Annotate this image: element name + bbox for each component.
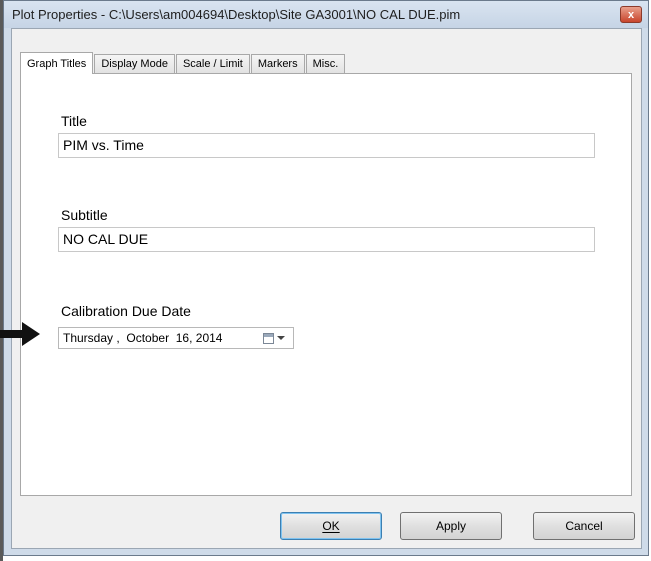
cancel-button[interactable]: Cancel	[533, 512, 635, 540]
plot-properties-dialog: Plot Properties - C:\Users\am004694\Desk…	[3, 0, 649, 556]
apply-button[interactable]: Apply	[400, 512, 502, 540]
tab-graph-titles[interactable]: Graph Titles	[20, 52, 94, 74]
cancel-button-label: Cancel	[565, 519, 603, 533]
calibration-due-date-label: Calibration Due Date	[61, 303, 191, 319]
date-month[interactable]: October	[126, 331, 169, 345]
subtitle-label: Subtitle	[61, 207, 108, 223]
ok-button[interactable]: OK	[280, 512, 382, 540]
tab-misc[interactable]: Misc.	[305, 54, 346, 73]
date-year[interactable]: 2014	[196, 331, 223, 345]
arrow-right-icon	[0, 322, 40, 346]
date-weekday[interactable]: Thursday	[63, 331, 113, 345]
title-label: Title	[61, 113, 87, 129]
tab-strip: Graph Titles Display Mode Scale / Limit …	[20, 52, 346, 74]
calendar-icon	[263, 332, 274, 344]
window-title: Plot Properties - C:\Users\am004694\Desk…	[12, 7, 461, 22]
apply-button-label: Apply	[435, 519, 467, 533]
calendar-dropdown-button[interactable]	[263, 331, 289, 345]
calibration-date-picker[interactable]: Thursday , October 16, 2014	[58, 327, 294, 349]
dialog-client-area: Graph Titles Display Mode Scale / Limit …	[11, 28, 642, 549]
tab-markers[interactable]: Markers	[250, 54, 305, 73]
date-separator: ,	[113, 331, 127, 345]
graph-titles-panel: Title PIM vs. Time Subtitle NO CAL DUE C…	[20, 73, 632, 496]
tab-display-mode[interactable]: Display Mode	[94, 54, 175, 73]
subtitle-input[interactable]: NO CAL DUE	[58, 227, 595, 252]
close-icon: x	[627, 8, 635, 21]
tab-scale-limit[interactable]: Scale / Limit	[175, 54, 250, 73]
date-day[interactable]: 16,	[176, 331, 193, 345]
close-button[interactable]: x	[620, 6, 642, 23]
title-input[interactable]: PIM vs. Time	[58, 133, 595, 158]
ok-button-label: OK	[322, 519, 340, 533]
title-bar[interactable]: Plot Properties - C:\Users\am004694\Desk…	[4, 1, 648, 28]
chevron-down-icon	[277, 336, 285, 340]
